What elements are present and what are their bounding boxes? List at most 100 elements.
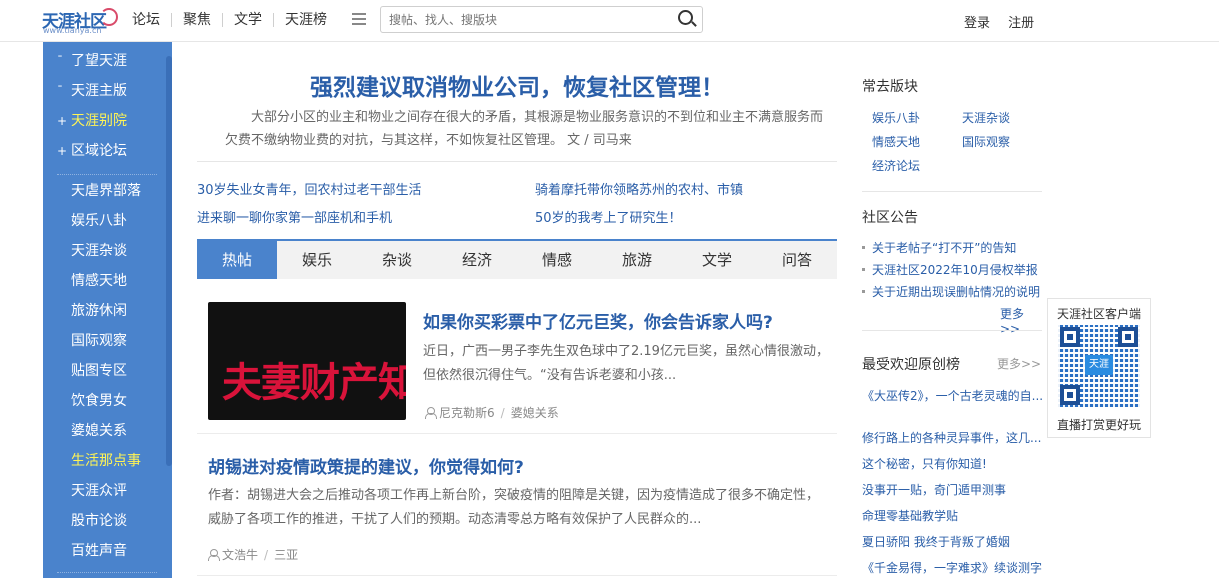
post-board[interactable]: 婆媳关系 (511, 406, 559, 420)
rank-item[interactable]: 《大巫传2》，一个古老灵魂的自... (862, 387, 1043, 404)
sidebar-item-label: 股市论谈 (71, 513, 127, 529)
sidebar-item[interactable]: 娱乐八卦 (43, 206, 166, 236)
featured-headline[interactable]: 强烈建议取消物业公司，恢复社区管理！ (197, 68, 837, 102)
notice-item[interactable]: 天涯社区2022年10月侵权举报 (862, 261, 1038, 278)
featured-summary: 大部分小区的业主和物业之间存在很大的矛盾，其根源是物业服务意识的不到位和业主不满… (225, 110, 824, 148)
post-title[interactable]: 胡锡进对疫情政策提的建议，你觉得如何? (208, 453, 524, 478)
sidebar-item-label: 天虐界部落 (71, 183, 141, 199)
tianya-logo[interactable]: 天涯社区 www.tianya.cn (42, 6, 118, 36)
recommended-link[interactable]: 进来聊一聊你家第一部座机和手机 (197, 207, 392, 226)
notice-text[interactable]: 关于老帖子“打不开”的告知 (872, 241, 1016, 255)
sidebar-item[interactable]: 天涯杂谈 (43, 236, 166, 266)
tab-7[interactable]: 问答 (757, 241, 837, 279)
top-header: 天涯社区 www.tianya.cn 论坛 聚焦 文学 天涯榜 登录 注册 (0, 0, 1219, 42)
rank-more-link[interactable]: 更多>> (997, 355, 1041, 372)
logo-url: www.tianya.cn (43, 26, 102, 35)
rank-item[interactable]: 夏日骄阳 我终于背叛了婚姻 (862, 533, 1010, 550)
post-meta: 文浩牛 / 三亚 (208, 546, 298, 563)
post-excerpt: 作者：胡锡进大会之后推动各项工作再上新台阶，突破疫情的阻障是关键，因为疫情造成了… (208, 488, 820, 527)
sidebar-item-label: 旅游休闲 (71, 303, 127, 319)
sidebar-item[interactable]: ˉ 天涯主版 (43, 76, 166, 106)
user-icon (425, 407, 437, 419)
tab-5[interactable]: 旅游 (597, 241, 677, 279)
recommended-link[interactable]: 50岁的我考上了研究生！ (535, 207, 682, 226)
rank-item[interactable]: 这个秘密，只有你知道! (862, 455, 987, 472)
sidebar-item-label: 天涯别院 (71, 113, 127, 129)
post-title[interactable]: 如果你买彩票中了亿元巨奖，你会告诉家人吗? (423, 308, 773, 333)
tab-4[interactable]: 情感 (517, 241, 597, 279)
sidebar-item[interactable]: 贴图专区 (43, 356, 166, 386)
sidebar-item[interactable]: 生活那点事 (43, 446, 166, 476)
qr-caption: 直播打赏更好玩 (1056, 418, 1141, 432)
expand-icon: + (57, 144, 68, 158)
sidebar-scrollbar[interactable] (166, 56, 172, 466)
top-nav: 论坛 聚焦 文学 天涯榜 (132, 10, 338, 30)
sidebar-item[interactable]: + 区域论坛 (43, 136, 166, 166)
notice-more-link[interactable]: 更多>> (1000, 305, 1042, 336)
rank-item[interactable]: 没事开一贴，奇门遁甲测事 (862, 481, 1006, 498)
tab-3[interactable]: 经济 (437, 241, 517, 279)
frequent-board-link[interactable]: 情感天地 (872, 133, 920, 150)
post-board[interactable]: 三亚 (274, 548, 298, 562)
frequent-board-link[interactable]: 天涯杂谈 (962, 109, 1010, 126)
sidebar-item[interactable]: 天虐界部落 (43, 176, 166, 206)
sidebar-item-label: 生活那点事 (71, 453, 141, 469)
sidebar-item[interactable]: 饮食男女 (43, 386, 166, 416)
notice-item[interactable]: 关于近期出现误删帖情况的说明 (862, 283, 1040, 300)
post-item[interactable]: 夫妻财产知情权 如果你买彩票中了亿元巨奖，你会告诉家人吗? 近日，广西一男子李先… (197, 302, 837, 434)
auth-links: 登录 注册 (964, 12, 1048, 31)
recommended-link[interactable]: 骑着摩托带你领略苏州的农村、市镇 (535, 179, 743, 198)
sidebar-item[interactable]: 百姓声音 (43, 536, 166, 566)
sidebar-item[interactable]: 天涯众评 (43, 476, 166, 506)
rank-title: 最受欢迎原创榜 (862, 357, 960, 373)
post-thumbnail[interactable]: 夫妻财产知情权 (208, 302, 406, 420)
tab-2[interactable]: 杂谈 (357, 241, 437, 279)
tab-6[interactable]: 文学 (677, 241, 757, 279)
notice-item[interactable]: 关于老帖子“打不开”的告知 (862, 239, 1016, 256)
tab-1[interactable]: 娱乐 (277, 241, 357, 279)
sidebar-item-label: 贴图专区 (71, 363, 127, 379)
post-item[interactable]: 胡锡进对疫情政策提的建议，你觉得如何? 作者：胡锡进大会之后推动各项工作再上新台… (197, 447, 837, 577)
register-link[interactable]: 注册 (1008, 16, 1034, 31)
sidebar-item-label: 区域论坛 (71, 143, 127, 159)
post-meta: 尼克勒斯6/婆媳关系 (425, 404, 559, 421)
sidebar-item[interactable]: 情感天地 (43, 266, 166, 296)
post-author[interactable]: 尼克勒斯6 (439, 406, 495, 420)
nav-focus[interactable]: 聚焦 (171, 13, 222, 27)
nav-ranking[interactable]: 天涯榜 (273, 13, 338, 27)
rank-item[interactable]: 《千金易得，一字难求》续谈测字 (862, 559, 1042, 576)
sidebar-item[interactable]: + 天涯别院 (43, 106, 166, 136)
sidebar-item[interactable]: ˉ 了望天涯 (43, 46, 166, 76)
user-icon (208, 549, 220, 561)
search-input[interactable] (381, 7, 661, 32)
login-link[interactable]: 登录 (964, 16, 990, 31)
tab-0[interactable]: 热帖 (197, 241, 277, 279)
search-icon[interactable] (678, 10, 698, 30)
category-tabs: 热帖 娱乐 杂谈 经济 情感 旅游 文学 问答 (197, 239, 837, 279)
nav-forum[interactable]: 论坛 (132, 13, 171, 27)
hamburger-menu-icon[interactable] (352, 13, 366, 25)
frequent-board-link[interactable]: 国际观察 (962, 133, 1010, 150)
recommended-link[interactable]: 30岁失业女青年，回农村过老干部生活 (197, 179, 422, 198)
notice-text[interactable]: 天涯社区2022年10月侵权举报 (872, 263, 1038, 277)
sidebar-item-label: 娱乐八卦 (71, 213, 127, 229)
rank-item[interactable]: 修行路上的各种灵异事件，这几... (862, 429, 1041, 446)
nav-literature[interactable]: 文学 (222, 13, 273, 27)
sidebar-item[interactable]: 旅游休闲 (43, 296, 166, 326)
notice-text[interactable]: 关于近期出现误删帖情况的说明 (872, 285, 1040, 299)
post-author[interactable]: 文浩牛 (222, 548, 258, 562)
qr-logo: 天涯 (1085, 355, 1113, 375)
divider (197, 161, 837, 162)
rank-item[interactable]: 命理零基础教学贴 (862, 507, 958, 524)
sidebar-item-label: 天涯众评 (71, 483, 127, 499)
sidebar-item[interactable]: 国际观察 (43, 326, 166, 356)
qr-title: 天涯社区客户端 (1056, 307, 1141, 321)
sidebar-item-label: 百姓声音 (71, 543, 127, 559)
app-download-qr[interactable]: 天涯社区客户端 天涯 直播打赏更好玩 (1047, 298, 1151, 438)
sidebar-item-label: 了望天涯 (71, 53, 127, 69)
divider (197, 433, 837, 434)
frequent-board-link[interactable]: 娱乐八卦 (872, 109, 920, 126)
frequent-board-link[interactable]: 经济论坛 (872, 157, 920, 174)
sidebar-item[interactable]: 婆媳关系 (43, 416, 166, 446)
sidebar-item[interactable]: 股市论谈 (43, 506, 166, 536)
